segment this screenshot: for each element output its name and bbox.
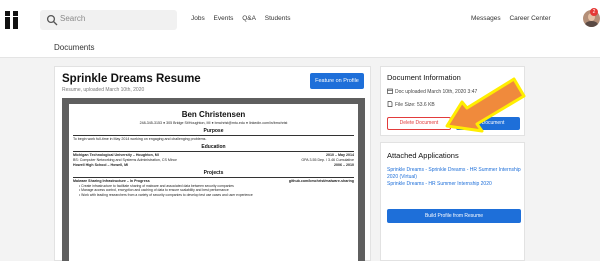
delete-document-button[interactable]: Delete Document: [387, 117, 451, 130]
application-link[interactable]: Sprinkle Dreams - Sprinkle Dreams - HR S…: [387, 167, 521, 181]
preview-edu-hs-date: 2006 – 2010: [334, 163, 354, 167]
preview-edu-degree: BS: Computer Networking and Systems Admi…: [73, 158, 177, 162]
nav-link-career-center[interactable]: Career Center: [509, 15, 550, 22]
nav-link-events[interactable]: Events: [214, 15, 234, 22]
resume-title: Sprinkle Dreams Resume: [62, 73, 201, 85]
secondary-nav-links: Messages Career Center: [471, 15, 558, 22]
attached-applications-card: Attached Applications Sprinkle Dreams - …: [380, 142, 525, 261]
preview-project-bullet: • Work with leading researchers from a v…: [79, 192, 253, 197]
preview-projects-heading: Projects: [73, 170, 354, 178]
document-info-card: Document Information Doc uploaded March …: [380, 66, 525, 136]
preview-degree-row: BS: Computer Networking and Systems Admi…: [73, 158, 354, 162]
attached-applications-title: Attached Applications: [387, 151, 459, 160]
file-size-info: File Size: 53.6 KB: [387, 101, 435, 108]
main-nav-links: Jobs Events Q&A Students: [191, 15, 297, 22]
feature-on-profile-button[interactable]: Feature on Profile: [310, 73, 364, 89]
build-profile-button[interactable]: Build Profile from Resume: [387, 209, 521, 223]
preview-project-link: github.com/bmchrist/malware-sharing: [288, 179, 354, 183]
upload-date-text: Doc uploaded March 10th, 2020 3:47: [395, 89, 478, 95]
main-content: Sprinkle Dreams Resume Resume, uploaded …: [0, 58, 600, 261]
preview-purpose-text: To begin work full-time in May 2014 work…: [73, 137, 207, 141]
edit-document-button[interactable]: Edit Document: [456, 117, 520, 130]
calendar-icon: [387, 88, 393, 94]
preview-purpose-heading: Purpose: [73, 128, 354, 136]
resume-upload-date: Resume, uploaded March 10th, 2020: [62, 87, 145, 93]
preview-contact: 248-345-3153 ● 305 Bridge St/Houghton, M…: [139, 121, 288, 125]
preview-name: Ben Christensen: [181, 110, 246, 119]
preview-hs-row: Howell High School – Howell, MI 2006 – 2…: [73, 163, 354, 167]
preview-project-bullet: • Manage access control, encryption and …: [79, 188, 229, 192]
search-input[interactable]: Search: [40, 10, 177, 30]
preview-project-bullet: • Create infrastructure to facilitate sh…: [79, 183, 234, 188]
nav-link-students[interactable]: Students: [265, 15, 291, 22]
preview-education-heading: Education: [73, 144, 354, 152]
search-icon: [46, 14, 58, 26]
nav-link-qa[interactable]: Q&A: [242, 15, 256, 22]
handshake-logo[interactable]: [4, 11, 22, 29]
file-icon: [387, 101, 393, 107]
nav-link-jobs[interactable]: Jobs: [191, 15, 205, 22]
top-navigation-bar: Search Jobs Events Q&A Students Messages…: [0, 0, 600, 40]
preview-edu-row: Michigan Technological University – Houg…: [73, 153, 354, 157]
page-header: Documents: [0, 40, 600, 58]
nav-link-messages[interactable]: Messages: [471, 15, 501, 22]
document-preview[interactable]: Ben Christensen 248-345-3153 ● 305 Bridg…: [62, 98, 365, 261]
file-size-text: File Size: 53.6 KB: [395, 102, 435, 108]
application-link[interactable]: Sprinkle Dreams - HR Summer Internship 2…: [387, 181, 492, 187]
resume-page: Ben Christensen 248-345-3153 ● 305 Bridg…: [69, 104, 358, 261]
preview-edu-school: Michigan Technological University – Houg…: [73, 153, 159, 157]
upload-info: Doc uploaded March 10th, 2020 3:47: [387, 88, 477, 95]
resume-card: Sprinkle Dreams Resume Resume, uploaded …: [54, 66, 371, 261]
search-placeholder: Search: [60, 14, 86, 23]
preview-edu-hs: Howell High School – Howell, MI: [73, 163, 129, 167]
preview-project-row: Malware Sharing Infrastructure – In Prog…: [73, 179, 354, 183]
notification-badge: 2: [590, 8, 598, 16]
preview-edu-gpa: GPA 3.55 Dep. / 3.46 Cumulative: [301, 158, 354, 162]
document-info-title: Document Information: [387, 73, 461, 82]
page-title: Documents: [54, 43, 95, 52]
preview-project-title: Malware Sharing Infrastructure – In Prog…: [73, 179, 150, 183]
preview-edu-school-date: 2010 – May 2014: [326, 153, 354, 157]
